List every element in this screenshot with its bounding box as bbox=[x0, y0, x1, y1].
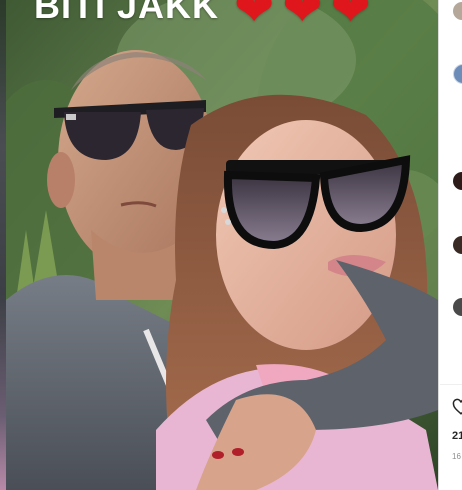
story-overlay-text: BITI JAKK bbox=[34, 0, 220, 26]
comments-panel bbox=[438, 0, 462, 490]
heart-outline-icon[interactable] bbox=[452, 398, 462, 416]
photo-illustration bbox=[6, 0, 438, 490]
avatar[interactable] bbox=[453, 64, 462, 84]
divider bbox=[440, 384, 462, 385]
heart-emoji-icon: ❤ bbox=[330, 0, 371, 36]
avatar[interactable] bbox=[453, 236, 462, 254]
avatar[interactable] bbox=[453, 172, 462, 190]
post-timestamp: 16 bbox=[452, 452, 461, 461]
overlay-hearts: ❤ ❤ ❤ bbox=[234, 0, 371, 34]
post-photo[interactable]: BITI JAKK ❤ ❤ ❤ bbox=[6, 0, 438, 490]
likes-count[interactable]: 21 bbox=[452, 430, 462, 442]
avatar[interactable] bbox=[453, 2, 462, 20]
instagram-post-view: BITI JAKK ❤ ❤ ❤ 21 16 bbox=[0, 0, 462, 490]
avatar[interactable] bbox=[453, 298, 462, 316]
heart-emoji-icon: ❤ bbox=[234, 0, 275, 36]
heart-emoji-icon: ❤ bbox=[282, 0, 323, 36]
